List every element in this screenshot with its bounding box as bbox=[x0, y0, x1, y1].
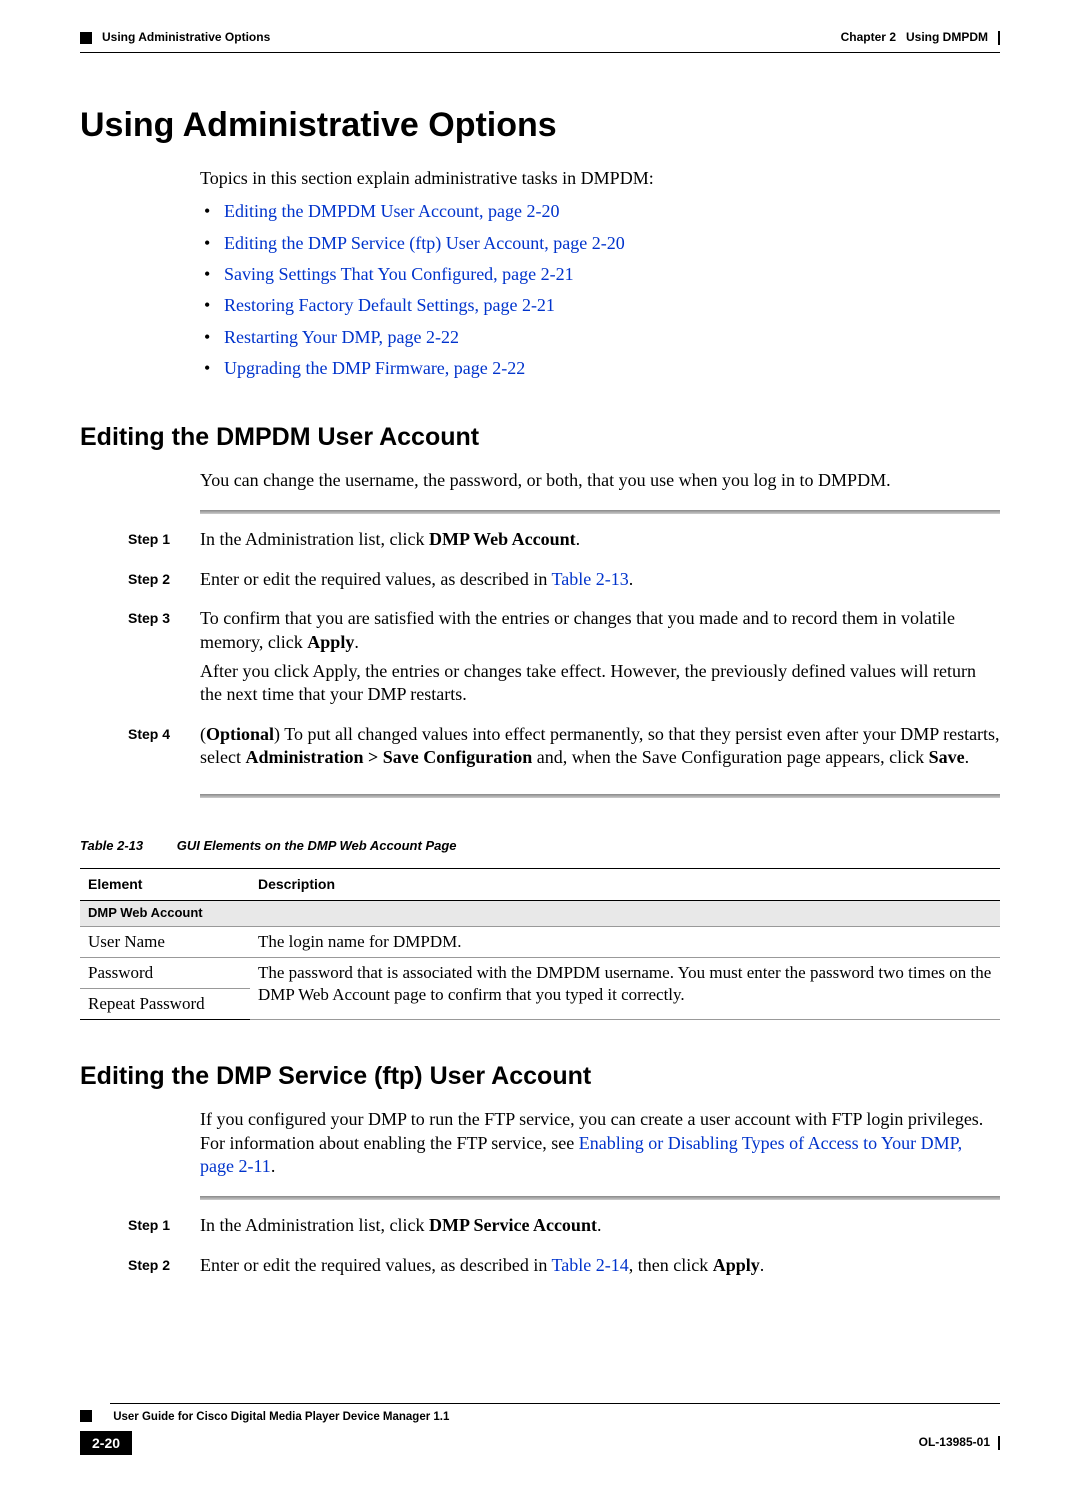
step-text: . bbox=[760, 1255, 765, 1275]
section-body: If you configured your DMP to run the FT… bbox=[200, 1108, 1000, 1178]
footer-guide-title: User Guide for Cisco Digital Media Playe… bbox=[113, 1411, 449, 1423]
step-label: Step 3 bbox=[80, 607, 200, 713]
step-text: . bbox=[576, 529, 581, 549]
footer-marker-icon bbox=[80, 1410, 92, 1422]
table-link[interactable]: Table 2-14 bbox=[552, 1255, 629, 1275]
page-number-badge: 2-20 bbox=[80, 1431, 132, 1455]
step-text: In the Administration list, click bbox=[200, 1215, 429, 1235]
step-body: In the Administration list, click DMP We… bbox=[200, 528, 1000, 557]
step-bold: DMP Web Account bbox=[429, 529, 576, 549]
table-cell: The login name for DMPDM. bbox=[250, 926, 1000, 957]
table-header: Description bbox=[250, 869, 1000, 900]
step-bold: Administration > Save Configuration bbox=[245, 747, 532, 767]
step-text: Enter or edit the required values, as de… bbox=[200, 1255, 552, 1275]
header-bar-icon bbox=[998, 31, 1000, 45]
table-section: DMP Web Account bbox=[80, 900, 1000, 926]
step-text: and, when the Save Configuration page ap… bbox=[532, 747, 928, 767]
step-body: To confirm that you are satisfied with t… bbox=[200, 607, 1000, 713]
step-row: Step 4 (Optional) To put all changed val… bbox=[80, 723, 1000, 776]
step-label: Step 4 bbox=[80, 723, 200, 776]
table-cell: The password that is associated with the… bbox=[250, 957, 1000, 1019]
step-text: Enter or edit the required values, as de… bbox=[200, 569, 552, 589]
toc-link[interactable]: Upgrading the DMP Firmware, page 2-22 bbox=[224, 358, 525, 378]
toc-link[interactable]: Saving Settings That You Configured, pag… bbox=[224, 264, 574, 284]
table-number: Table 2-13 bbox=[80, 838, 143, 853]
step-body: In the Administration list, click DMP Se… bbox=[200, 1214, 1000, 1243]
steps-separator bbox=[200, 1196, 1000, 1200]
step-text: , then click bbox=[629, 1255, 713, 1275]
section-intro: Topics in this section explain administr… bbox=[200, 167, 1000, 190]
section-heading: Editing the DMP Service (ftp) User Accou… bbox=[80, 1060, 1000, 1093]
header-marker-icon bbox=[80, 32, 92, 44]
step-text: In the Administration list, click bbox=[200, 529, 429, 549]
header-rule bbox=[80, 52, 1000, 53]
step-row: Step 2 Enter or edit the required values… bbox=[80, 1254, 1000, 1283]
step-body: Enter or edit the required values, as de… bbox=[200, 568, 1000, 597]
step-text: . bbox=[597, 1215, 602, 1235]
topic-link-list: Editing the DMPDM User Account, page 2-2… bbox=[200, 200, 1000, 380]
toc-link[interactable]: Editing the DMPDM User Account, page 2-2… bbox=[224, 201, 559, 221]
doc-id: OL-13985-01 bbox=[919, 1435, 990, 1451]
breadcrumb-left: Using Administrative Options bbox=[102, 30, 270, 46]
gui-elements-table: Element Description DMP Web Account User… bbox=[80, 868, 1000, 1019]
chapter-label: Chapter 2 bbox=[841, 30, 896, 46]
step-text: . bbox=[965, 747, 970, 767]
toc-link[interactable]: Restoring Factory Default Settings, page… bbox=[224, 295, 555, 315]
step-label: Step 2 bbox=[80, 1254, 200, 1283]
step-label: Step 1 bbox=[80, 528, 200, 557]
step-text: . bbox=[354, 632, 359, 652]
steps-separator bbox=[200, 510, 1000, 514]
step-bold: Apply bbox=[713, 1255, 760, 1275]
table-header: Element bbox=[80, 869, 250, 900]
table-cell: Repeat Password bbox=[80, 988, 250, 1019]
table-link[interactable]: Table 2-13 bbox=[552, 569, 629, 589]
table-cell: Password bbox=[80, 957, 250, 988]
page-footer: User Guide for Cisco Digital Media Playe… bbox=[80, 1403, 1000, 1455]
step-text: . bbox=[629, 569, 634, 589]
section-heading: Editing the DMPDM User Account bbox=[80, 421, 1000, 454]
step-body: (Optional) To put all changed values int… bbox=[200, 723, 1000, 776]
step-body: Enter or edit the required values, as de… bbox=[200, 1254, 1000, 1283]
step-row: Step 3 To confirm that you are satisfied… bbox=[80, 607, 1000, 713]
chapter-title: Using DMPDM bbox=[906, 30, 988, 46]
section-body: You can change the username, the passwor… bbox=[200, 469, 1000, 492]
page-header: Using Administrative Options Chapter 2 U… bbox=[80, 30, 1000, 46]
toc-link[interactable]: Editing the DMP Service (ftp) User Accou… bbox=[224, 233, 625, 253]
step-bold: Optional bbox=[206, 724, 274, 744]
step-row: Step 1 In the Administration list, click… bbox=[80, 528, 1000, 557]
step-row: Step 1 In the Administration list, click… bbox=[80, 1214, 1000, 1243]
step-row: Step 2 Enter or edit the required values… bbox=[80, 568, 1000, 597]
page-title: Using Administrative Options bbox=[80, 103, 1000, 147]
step-bold: DMP Service Account bbox=[429, 1215, 597, 1235]
step-bold: Save bbox=[929, 747, 965, 767]
step-label: Step 2 bbox=[80, 568, 200, 597]
body-text: . bbox=[271, 1156, 276, 1176]
footer-bar-icon bbox=[998, 1436, 1000, 1450]
step-after-text: After you click Apply, the entries or ch… bbox=[200, 660, 1000, 707]
steps-separator bbox=[200, 794, 1000, 798]
toc-link[interactable]: Restarting Your DMP, page 2-22 bbox=[224, 327, 459, 347]
table-title: GUI Elements on the DMP Web Account Page bbox=[177, 838, 457, 853]
step-bold: Apply bbox=[307, 632, 354, 652]
table-caption: Table 2-13 GUI Elements on the DMP Web A… bbox=[80, 838, 1000, 855]
table-cell: User Name bbox=[80, 926, 250, 957]
step-label: Step 1 bbox=[80, 1214, 200, 1243]
